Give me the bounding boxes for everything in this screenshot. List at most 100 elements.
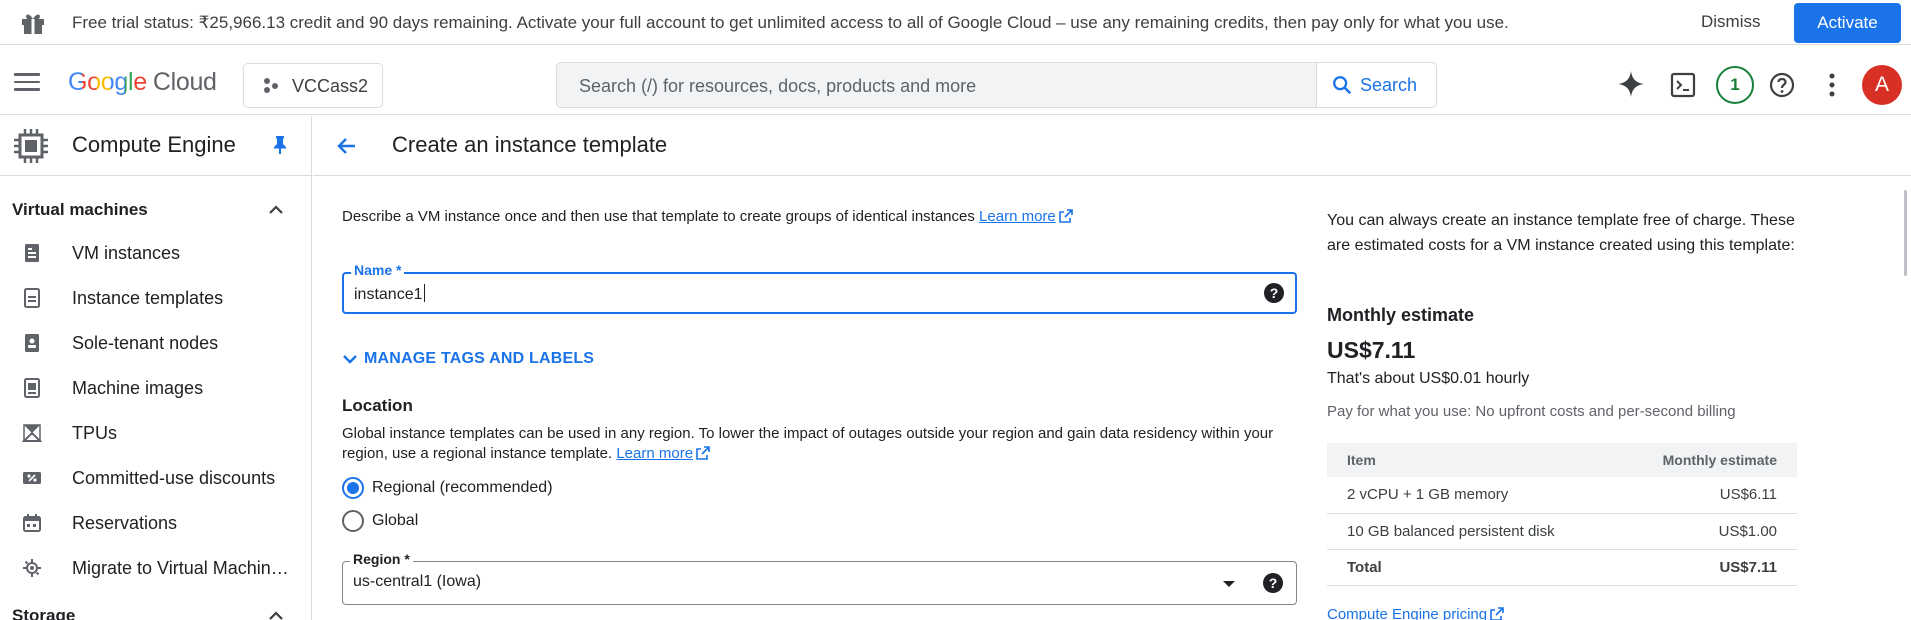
more-vert-icon[interactable] bbox=[1822, 72, 1842, 98]
product-title: Compute Engine bbox=[72, 132, 236, 157]
compute-engine-icon bbox=[14, 129, 48, 163]
sidebar-item-label: Machine images bbox=[72, 378, 204, 398]
location-title: Location bbox=[342, 396, 413, 415]
row-cost: US$6.11 bbox=[1616, 477, 1797, 514]
name-label: Name * bbox=[351, 262, 405, 278]
total-label: Total bbox=[1327, 549, 1617, 586]
sidebar-item-machine-images[interactable]: Machine images bbox=[0, 365, 311, 410]
dismiss-button[interactable]: Dismiss bbox=[1701, 12, 1761, 32]
logo-cloud: Cloud bbox=[152, 68, 217, 96]
region-value: us-central1 (Iowa) bbox=[353, 573, 482, 590]
chevron-up-icon[interactable] bbox=[268, 610, 284, 620]
pin-icon[interactable] bbox=[272, 135, 288, 155]
calendar-icon bbox=[23, 514, 41, 532]
search-button-label: Search bbox=[1360, 75, 1418, 95]
learn-more-link[interactable]: Learn more bbox=[979, 208, 1056, 225]
manage-tags-button[interactable]: MANAGE TAGS AND LABELS bbox=[342, 350, 594, 368]
migrate-icon bbox=[23, 559, 41, 577]
column-header-item: Item bbox=[1327, 443, 1617, 477]
radio-regional-label[interactable]: Regional (recommended) bbox=[372, 479, 553, 497]
sidebar-item-tpus[interactable]: TPUs bbox=[0, 410, 311, 455]
radio-global-label[interactable]: Global bbox=[372, 512, 418, 530]
discount-icon bbox=[23, 472, 41, 484]
sidebar-item-label: Reservations bbox=[72, 513, 178, 533]
estimate-pay-note: Pay for what you use: No upfront costs a… bbox=[1327, 403, 1736, 420]
external-link-icon bbox=[696, 446, 710, 460]
gemini-sparkle-icon[interactable] bbox=[1617, 70, 1645, 98]
search-bar[interactable]: Search (/) for resources, docs, products… bbox=[556, 62, 1437, 108]
row-cost: US$1.00 bbox=[1616, 513, 1797, 550]
row-item: 2 vCPU + 1 GB memory bbox=[1327, 477, 1617, 514]
name-field[interactable]: Name * instance1 ? bbox=[342, 262, 1297, 314]
pricing-link-label: Compute Engine pricing bbox=[1327, 606, 1488, 620]
help-icon[interactable]: ? bbox=[1264, 283, 1284, 303]
trial-banner: Free trial status: ₹25,966.13 credit and… bbox=[0, 0, 1911, 45]
name-value: instance1 bbox=[354, 286, 423, 303]
region-select[interactable]: Region * us-central1 (Iowa) ? bbox=[342, 551, 1297, 605]
activate-button[interactable]: Activate bbox=[1794, 3, 1901, 43]
help-icon[interactable]: ? bbox=[1263, 573, 1283, 593]
pricing-link[interactable]: Compute Engine pricing bbox=[1327, 606, 1504, 620]
sidebar-item-label: TPUs bbox=[72, 423, 117, 443]
sidebar-item-label: Committed-use discounts bbox=[72, 468, 276, 488]
radio-regional[interactable] bbox=[342, 477, 364, 499]
google-cloud-logo[interactable]: Google Cloud bbox=[68, 68, 217, 97]
radio-global[interactable] bbox=[342, 510, 364, 532]
location-description: Global instance templates can be used in… bbox=[342, 424, 1302, 464]
sidebar-item-instance-templates[interactable]: Instance templates bbox=[0, 275, 311, 320]
sidebar-item-sole-tenant-nodes[interactable]: Sole-tenant nodes bbox=[0, 320, 311, 365]
help-icon[interactable] bbox=[1769, 72, 1795, 98]
project-icon bbox=[264, 78, 278, 93]
dropdown-arrow-icon[interactable] bbox=[1223, 581, 1235, 587]
machine-images-icon bbox=[24, 378, 40, 398]
notification-badge[interactable]: 1 bbox=[1716, 66, 1754, 104]
search-button[interactable]: Search bbox=[1316, 63, 1436, 107]
table-row: 2 vCPU + 1 GB memory US$6.11 bbox=[1327, 477, 1797, 514]
table-row: 10 GB balanced persistent disk US$1.00 bbox=[1327, 513, 1797, 550]
avatar[interactable]: A bbox=[1862, 65, 1902, 105]
instance-templates-icon bbox=[24, 288, 40, 308]
sidebar-item-migrate-vm[interactable]: Migrate to Virtual Machin… bbox=[0, 545, 311, 590]
learn-more-label: Learn more bbox=[616, 445, 694, 462]
back-arrow-icon[interactable] bbox=[335, 134, 359, 158]
sidebar-item-vm-instances[interactable]: VM instances bbox=[0, 230, 311, 275]
manage-tags-label: MANAGE TAGS AND LABELS bbox=[364, 350, 595, 367]
section-storage[interactable]: Storage bbox=[12, 606, 75, 620]
project-picker[interactable]: VCCass2 bbox=[243, 63, 383, 108]
trial-message: Free trial status: ₹25,966.13 credit and… bbox=[72, 13, 1509, 32]
location-desc-text: Global instance templates can be used in… bbox=[342, 425, 1274, 462]
region-label: Region * bbox=[350, 551, 413, 567]
row-item: 10 GB balanced persistent disk bbox=[1327, 513, 1617, 550]
sidebar-header: Compute Engine bbox=[0, 116, 311, 176]
search-icon bbox=[1333, 76, 1352, 95]
search-input[interactable]: Search (/) for resources, docs, products… bbox=[579, 76, 976, 97]
estimate-intro: You can always create an instance templa… bbox=[1327, 212, 1795, 254]
column-header-estimate: Monthly estimate bbox=[1616, 443, 1797, 477]
estimate-heading: Monthly estimate bbox=[1327, 305, 1475, 325]
logo-google: Google bbox=[68, 68, 147, 96]
total-cost: US$7.11 bbox=[1616, 549, 1797, 586]
sidebar-item-label: VM instances bbox=[72, 243, 181, 263]
external-link-icon bbox=[1490, 607, 1504, 620]
menu-icon[interactable] bbox=[14, 73, 40, 91]
sidebar-item-label: Migrate to Virtual Machin… bbox=[72, 558, 289, 578]
estimate-amount: US$7.11 bbox=[1327, 337, 1416, 363]
cloud-shell-icon[interactable] bbox=[1670, 72, 1696, 98]
sidebar-item-label: Instance templates bbox=[72, 288, 224, 308]
chevron-up-icon[interactable] bbox=[268, 204, 284, 216]
page-title: Create an instance template bbox=[392, 132, 668, 157]
location-learn-more-link[interactable]: Learn more bbox=[616, 445, 693, 462]
table-header-row: Item Monthly estimate bbox=[1327, 443, 1797, 477]
sidebar-item-committed-use-discounts[interactable]: Committed-use discounts bbox=[0, 455, 311, 500]
tpu-icon bbox=[22, 424, 42, 442]
name-input[interactable]: instance1 bbox=[354, 284, 425, 304]
learn-more-label: Learn more bbox=[979, 208, 1056, 225]
sidebar-item-reservations[interactable]: Reservations bbox=[0, 500, 311, 545]
table-row-total: Total US$7.11 bbox=[1327, 549, 1797, 586]
description-text: Describe a VM instance once and then use… bbox=[342, 208, 975, 225]
estimate-hourly: That's about US$0.01 hourly bbox=[1327, 370, 1530, 387]
project-name: VCCass2 bbox=[292, 76, 369, 96]
vm-instances-icon bbox=[25, 244, 39, 262]
scrollbar[interactable] bbox=[1904, 190, 1907, 276]
section-virtual-machines[interactable]: Virtual machines bbox=[12, 200, 148, 220]
